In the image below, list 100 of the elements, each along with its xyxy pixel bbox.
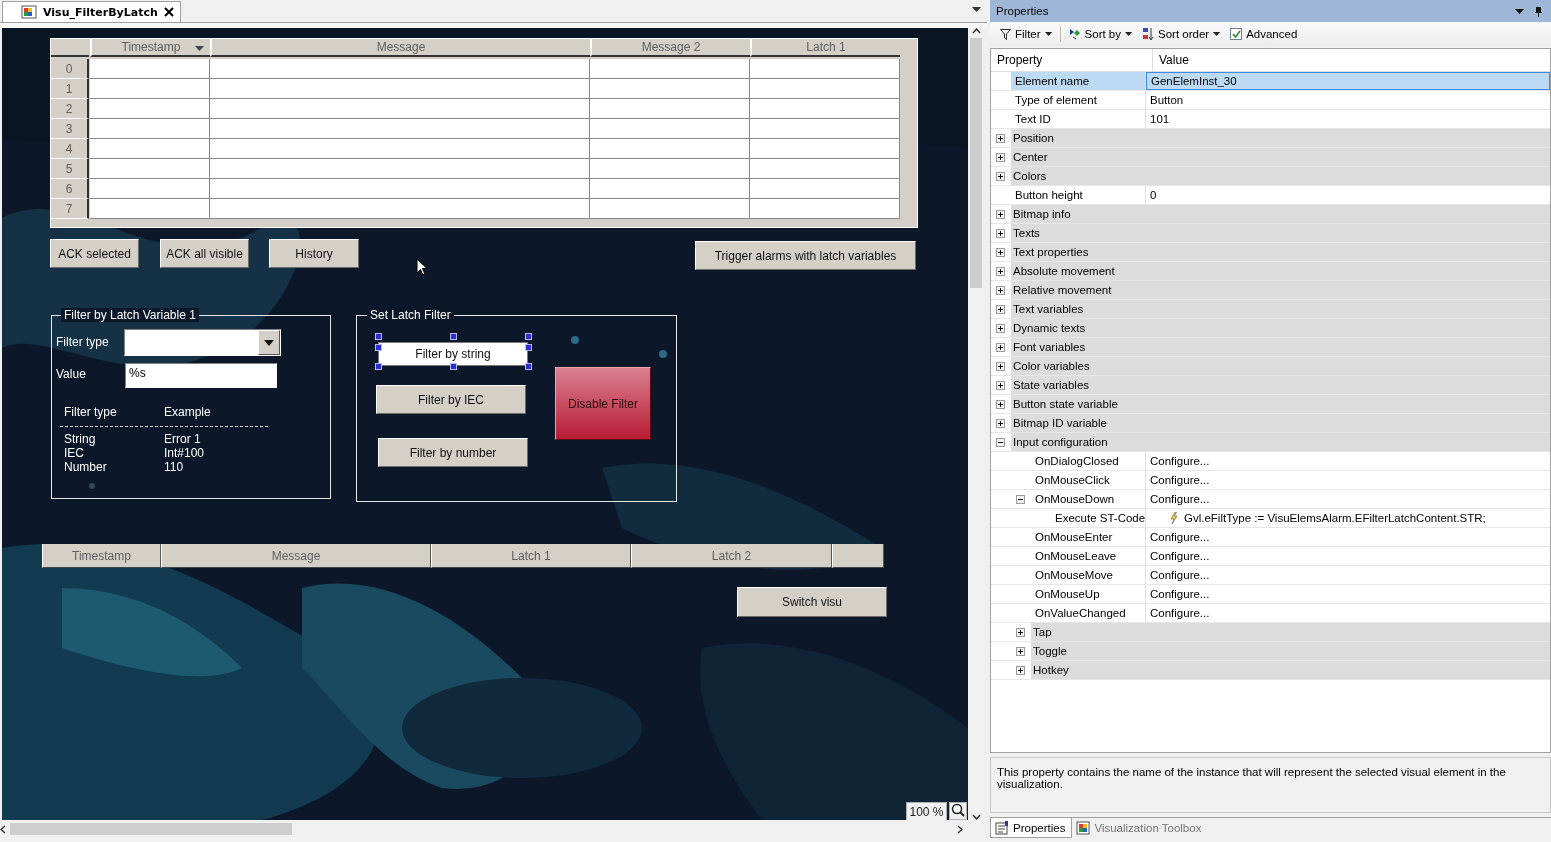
action-button[interactable]: History	[269, 239, 359, 268]
category-row[interactable]: Input configuration	[1011, 433, 1550, 451]
expand-icon[interactable]	[996, 285, 1005, 295]
zoom-level[interactable]: 100 %	[906, 802, 947, 820]
property-value[interactable]: Gvl.eFiltType := VisuElemsAlarm.EFilterLatchContent.STR;	[1146, 509, 1550, 527]
panel-tab[interactable]: Properties	[990, 818, 1073, 838]
property-name[interactable]: OnMouseDown	[1031, 490, 1146, 508]
column-header[interactable]: Timestamp	[90, 39, 210, 57]
category-row[interactable]: Text variables	[1011, 300, 1550, 318]
switch-visu-button[interactable]: Switch visu	[737, 587, 887, 617]
property-value[interactable]: Configure...	[1146, 490, 1550, 508]
dropdown-arrow-icon[interactable]	[972, 7, 981, 12]
toolbar-button[interactable]: Sort by	[1066, 28, 1134, 40]
panel-tab[interactable]: Visualization Toolbox	[1072, 818, 1208, 838]
expand-icon[interactable]	[996, 266, 1005, 276]
property-name[interactable]: OnValueChanged	[1031, 604, 1146, 622]
toolbar-button[interactable]: Filter	[998, 28, 1054, 40]
category-row[interactable]: Button state variable	[1011, 395, 1550, 413]
property-name[interactable]: Element name	[1011, 72, 1146, 90]
property-value[interactable]: GenElemInst_30	[1146, 72, 1550, 90]
expand-icon[interactable]	[996, 209, 1005, 219]
category-row[interactable]: Relative movement	[1011, 281, 1550, 299]
category-row[interactable]: Tap	[1031, 623, 1550, 641]
scrollbar-thumb[interactable]	[10, 823, 292, 835]
property-value[interactable]: 101	[1146, 110, 1550, 128]
category-row[interactable]: Bitmap info	[1011, 205, 1550, 223]
toolbar-button[interactable]: Sort order	[1140, 27, 1223, 41]
category-row[interactable]: Bitmap ID variable	[1011, 414, 1550, 432]
pin-icon[interactable]	[1534, 5, 1543, 17]
property-name[interactable]: OnMouseLeave	[1031, 547, 1146, 565]
expand-icon[interactable]	[1016, 627, 1025, 637]
category-row[interactable]: Color variables	[1011, 357, 1550, 375]
expand-icon[interactable]	[996, 418, 1005, 428]
property-value[interactable]: Configure...	[1146, 452, 1550, 470]
category-row[interactable]: Center	[1011, 148, 1550, 166]
category-row[interactable]: Dynamic texts	[1011, 319, 1550, 337]
category-row[interactable]: Hotkey	[1031, 661, 1550, 679]
property-name[interactable]: Button height	[1011, 186, 1146, 204]
column-header[interactable]: Timestamp	[42, 544, 161, 568]
action-button[interactable]: Trigger alarms with latch variables	[695, 241, 916, 270]
value-field[interactable]: %s	[125, 363, 277, 388]
action-button[interactable]: ACK all visible	[160, 239, 249, 268]
property-value[interactable]: Configure...	[1146, 566, 1550, 584]
collapse-icon[interactable]	[1016, 494, 1025, 504]
property-name[interactable]: OnMouseMove	[1031, 566, 1146, 584]
action-button[interactable]: ACK selected	[50, 239, 139, 268]
category-row[interactable]: Position	[1011, 129, 1550, 147]
column-header[interactable]: Message	[161, 544, 431, 568]
expand-icon[interactable]	[996, 228, 1005, 238]
property-name[interactable]: Type of element	[1011, 91, 1146, 109]
expand-icon[interactable]	[996, 152, 1005, 162]
selection-handles[interactable]	[375, 333, 532, 370]
property-value[interactable]: Configure...	[1146, 471, 1550, 489]
category-row[interactable]: Text properties	[1011, 243, 1550, 261]
filter-button[interactable]: Filter by number	[378, 438, 528, 467]
scrollbar-thumb[interactable]	[970, 38, 982, 288]
column-header[interactable]: Latch 2	[631, 544, 832, 568]
dropdown-arrow-icon[interactable]	[1515, 8, 1524, 14]
category-row[interactable]: Font variables	[1011, 338, 1550, 356]
editor-tab[interactable]: Visu_FilterByLatch	[2, 1, 181, 22]
scroll-right-icon[interactable]	[957, 824, 963, 834]
property-value[interactable]: Configure...	[1146, 585, 1550, 603]
scroll-down-icon[interactable]	[971, 814, 981, 820]
expand-icon[interactable]	[1016, 646, 1025, 656]
collapse-icon[interactable]	[996, 437, 1005, 447]
column-header[interactable]: Message 2	[590, 39, 750, 57]
scroll-left-icon[interactable]	[0, 824, 6, 834]
expand-icon[interactable]	[996, 133, 1005, 143]
advanced-checkbox[interactable]: Advanced	[1228, 28, 1300, 40]
category-row[interactable]: Colors	[1011, 167, 1550, 185]
column-header[interactable]: Latch 1	[750, 39, 900, 57]
property-value[interactable]: Configure...	[1146, 547, 1550, 565]
expand-icon[interactable]	[996, 380, 1005, 390]
disable-filter-button[interactable]: Disable Filter	[555, 367, 651, 440]
property-value[interactable]: Configure...	[1146, 604, 1550, 622]
category-row[interactable]: Toggle	[1031, 642, 1550, 660]
property-name[interactable]: Text ID	[1011, 110, 1146, 128]
close-icon[interactable]	[163, 7, 174, 17]
expand-icon[interactable]	[996, 247, 1005, 257]
property-name[interactable]: OnDialogClosed	[1031, 452, 1146, 470]
category-row[interactable]: Texts	[1011, 224, 1550, 242]
property-value[interactable]: 0	[1146, 186, 1550, 204]
zoom-icon[interactable]	[949, 802, 967, 820]
property-name[interactable]: OnMouseClick	[1031, 471, 1146, 489]
property-value[interactable]: Configure...	[1146, 528, 1550, 546]
filter-button[interactable]: Filter by string	[378, 342, 528, 366]
property-name[interactable]: OnMouseUp	[1031, 585, 1146, 603]
expand-icon[interactable]	[996, 399, 1005, 409]
category-row[interactable]: Absolute movement	[1011, 262, 1550, 280]
filter-button[interactable]: Filter by IEC	[376, 385, 526, 414]
filter-type-dropdown[interactable]	[124, 329, 281, 356]
expand-icon[interactable]	[996, 171, 1005, 181]
expand-icon[interactable]	[1016, 665, 1025, 675]
property-name[interactable]: OnMouseEnter	[1031, 528, 1146, 546]
scroll-up-icon[interactable]	[971, 28, 981, 34]
expand-icon[interactable]	[996, 323, 1005, 333]
expand-icon[interactable]	[996, 361, 1005, 371]
category-row[interactable]: State variables	[1011, 376, 1550, 394]
property-name[interactable]: Execute ST-Code	[1051, 509, 1146, 527]
column-header[interactable]: Latch 1	[431, 544, 631, 568]
